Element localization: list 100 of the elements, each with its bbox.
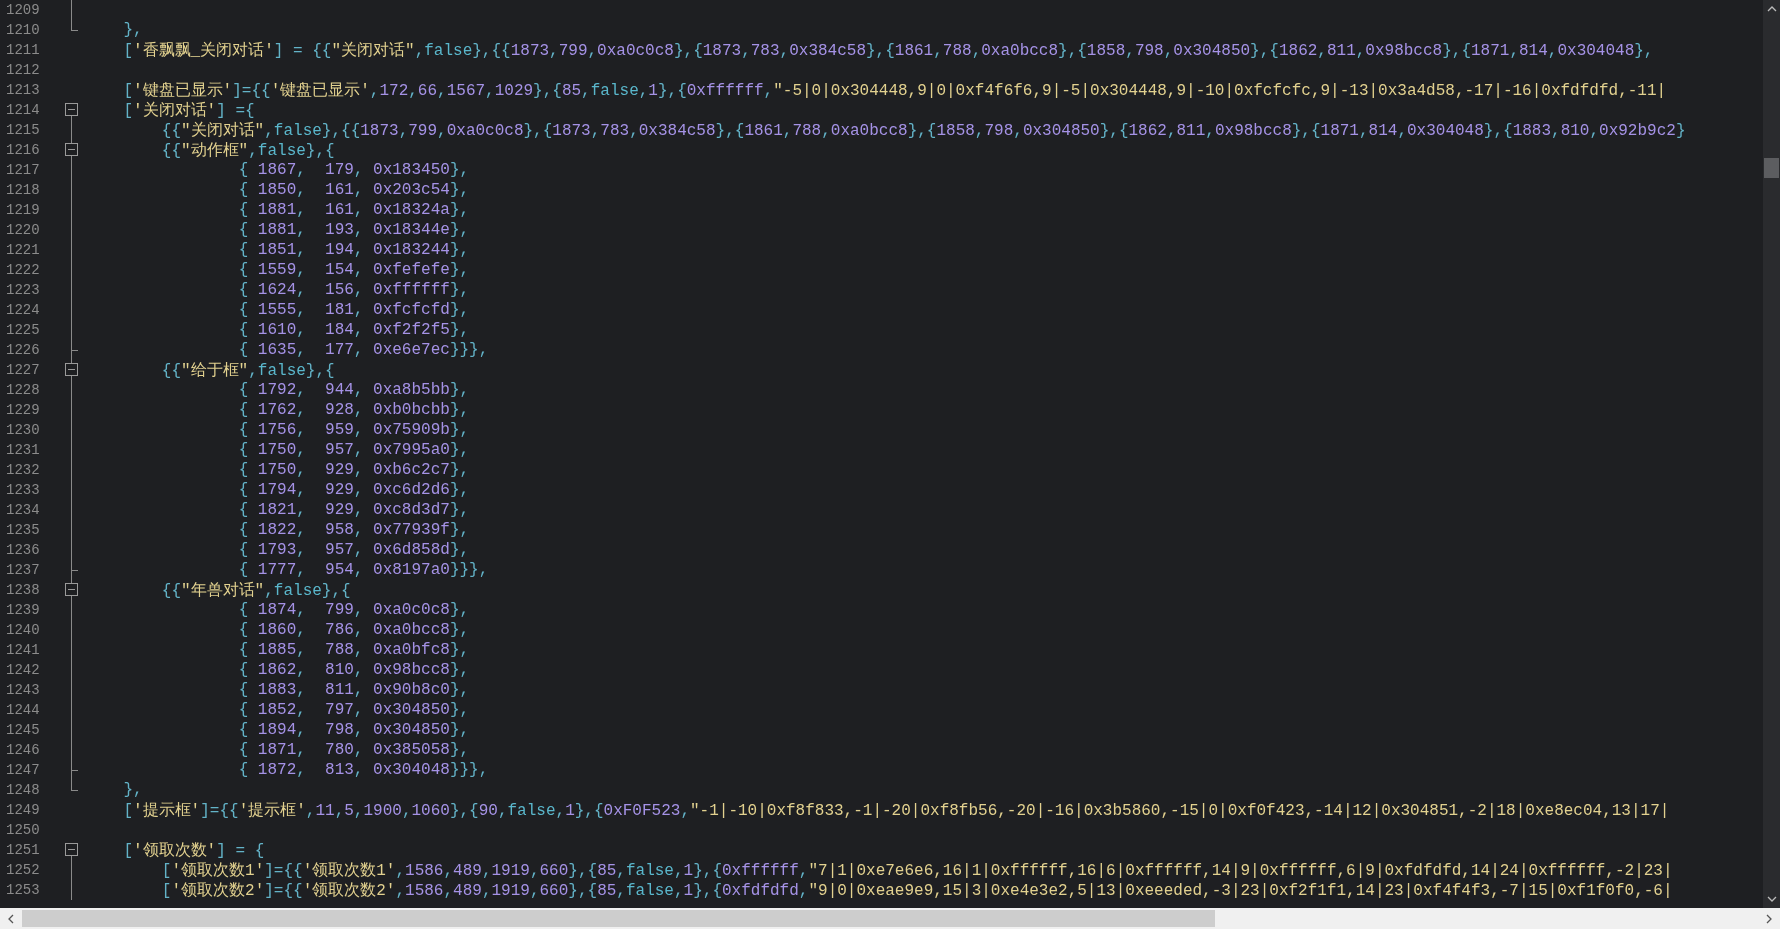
code-line: { 1624, 156, 0xffffff}, [238,281,470,299]
line-number: 1241 [5,642,41,658]
code-line: { 1756, 959, 0x75909b}, [238,421,470,439]
collapse-icon[interactable] [65,363,78,376]
line-number: 1233 [5,482,41,498]
line-number: 1238 [5,582,41,598]
line-number: 1239 [5,602,41,618]
line-number: 1210 [5,22,41,38]
line-number: 1240 [5,622,41,638]
line-number: 1242 [5,662,41,678]
code-line: {{"给于框",false},{ [161,360,335,381]
code-line: {{"动作框",false},{ [161,140,335,161]
code-line: ['香飘飘_关闭对话'] = {{"关闭对话",false},{{1873,799,0xa0c0c8},{1873,783,0x384c58},{1861,788,0xa0bcc8},{1858,798,0x304850},{1862,811,0x98bcc8},{1871,814,0x304048}, [123,40,1654,61]
code-line: { 1881, 193, 0x18344e}, [238,221,470,239]
collapse-icon[interactable] [65,103,78,116]
code-line: { 1750, 929, 0xb6c2c7}, [238,461,470,479]
code-line: { 1610, 184, 0xf2f2f5}, [238,321,470,339]
code-line: ['关闭对话'] ={ [123,100,255,121]
line-number: 1243 [5,682,41,698]
code-line: ['领取次数'] = { [123,840,265,861]
line-number: 1235 [5,522,41,538]
scroll-left-icon[interactable] [8,913,14,924]
code-line: { 1851, 194, 0x183244}, [238,241,470,259]
line-number: 1213 [5,82,41,98]
code-line: }, [123,781,143,799]
line-number: 1216 [5,142,41,158]
line-number: 1248 [5,782,41,798]
collapse-icon[interactable] [65,143,78,156]
line-number: 1253 [5,882,41,898]
line-number: 1249 [5,802,41,818]
line-number: 1232 [5,462,41,478]
code-line: { 1874, 799, 0xa0c0c8}, [238,601,470,619]
line-number: 1224 [5,302,41,318]
line-number: 1250 [5,822,41,838]
line-number: 1219 [5,202,41,218]
line-number: 1229 [5,402,41,418]
line-number: 1214 [5,102,41,118]
scroll-down-icon[interactable] [1766,896,1777,902]
line-number: 1244 [5,702,41,718]
code-line: { 1821, 929, 0xc8d3d7}, [238,501,470,519]
line-number: 1223 [5,282,41,298]
line-number: 1252 [5,862,41,878]
line-number: 1226 [5,342,41,358]
line-number: 1212 [5,62,41,78]
code-line: ['键盘已显示']={{'键盘已显示',172,66,1567,1029},{85,false,1},{0xffffff,"-5|0|0x304448,9|0|0xf4f6f6,9|-5|0x304448,9|-10|0xfcfcfc,9|-13|0x3a4d58,-17|-16|0xfdfdfd,-11| [123,80,1667,101]
code-line: { 1894, 798, 0x304850}, [238,721,470,739]
code-line: { 1777, 954, 0x8197a0}}}, [238,561,489,579]
vertical-scrollbar[interactable] [1763,0,1780,908]
code-line: { 1860, 786, 0xa0bcc8}, [238,621,470,639]
line-number: 1220 [5,222,41,238]
code-line: { 1867, 179, 0x183450}, [238,161,470,179]
code-line: {{"关闭对话",false},{{1873,799,0xa0c0c8},{1873,783,0x384c58},{1861,788,0xa0bcc8},{1858,798,0x304850},{1862,811,0x98bcc8},{1871,814,0x304048},{1883,810,0x92b9c2} [161,120,1686,141]
scroll-up-icon[interactable] [1766,6,1777,12]
scrollbar-thumb[interactable] [1764,158,1779,178]
line-number: 1228 [5,382,41,398]
line-number: 1247 [5,762,41,778]
code-line: { 1850, 161, 0x203c54}, [238,181,470,199]
code-line: ['领取次数1']={{'领取次数1',1586,489,1919,660},{85,false,1},{0xffffff,"7|1|0xe7e6e6,16|1|0xffffff,16|6|0xffffff,14|9|0xffffff,6|9|0xfdfdfd,14|24|0xffffff,-2|23| [161,860,1673,881]
line-number: 1234 [5,502,41,518]
code-line: { 1555, 181, 0xfcfcfd}, [238,301,470,319]
line-number: 1211 [5,42,41,58]
code-line: { 1862, 810, 0x98bcc8}, [238,661,470,679]
code-line: { 1871, 780, 0x385058}, [238,741,470,759]
code-line: }, [123,21,143,39]
line-number: 1225 [5,322,41,338]
line-number: 1209 [5,2,41,18]
line-number: 1231 [5,442,41,458]
line-number: 1215 [5,122,41,138]
line-number: 1237 [5,562,41,578]
code-line: { 1881, 161, 0x18324a}, [238,201,470,219]
line-number: 1221 [5,242,41,258]
code-line: { 1793, 957, 0x6d858d}, [238,541,470,559]
line-number: 1251 [5,842,41,858]
code-line: { 1750, 957, 0x7995a0}, [238,441,470,459]
code-line: { 1885, 788, 0xa0bfc8}, [238,641,470,659]
line-number: 1245 [5,722,41,738]
scroll-right-icon[interactable] [1766,913,1772,924]
code-line: { 1559, 154, 0xfefefe}, [238,261,470,279]
line-number: 1236 [5,542,41,558]
code-line: { 1794, 929, 0xc6d2d6}, [238,481,470,499]
code-line: { 1822, 958, 0x77939f}, [238,521,470,539]
code-line: ['提示框']={{'提示框',11,5,1900,1060},{90,false,1},{0xF0F523,"-1|-10|0xf8f833,-1|-20|0xf8fb56,-20|-16|0x3b5860,-15|0|0xf0f423,-14|12|0x304851,-2|18|0xe8ec04,13|17| [123,800,1670,821]
collapse-icon[interactable] [65,583,78,596]
line-number: 1218 [5,182,41,198]
code-line: { 1852, 797, 0x304850}, [238,701,470,719]
code-line: { 1635, 177, 0xe6e7ec}}}, [238,341,489,359]
collapse-icon[interactable] [65,843,78,856]
code-line: { 1792, 944, 0xa8b5bb}, [238,381,470,399]
line-number: 1230 [5,422,41,438]
code-line: {{"年兽对话",false},{ [161,580,351,601]
line-number: 1217 [5,162,41,178]
line-number: 1222 [5,262,41,278]
code-line: { 1883, 811, 0x90b8c0}, [238,681,470,699]
line-number: 1227 [5,362,41,378]
horizontal-scrollbar[interactable] [0,908,1780,929]
code-line: { 1762, 928, 0xb0bcbb}, [238,401,470,419]
code-line: ['领取次数2']={{'领取次数2',1586,489,1919,660},{85,false,1},{0xfdfdfd,"9|0|0xeae9e9,15|3|0xe4e3e2,5|13|0xeeeded,-3|23|0xf2f1f1,14|23|0xf4f4f3,-7|15|0xf1f0f0,-6| [161,880,1673,901]
code-line: { 1872, 813, 0x304048}}}, [238,761,489,779]
scrollbar-thumb[interactable] [22,910,1215,927]
line-number: 1246 [5,742,41,758]
